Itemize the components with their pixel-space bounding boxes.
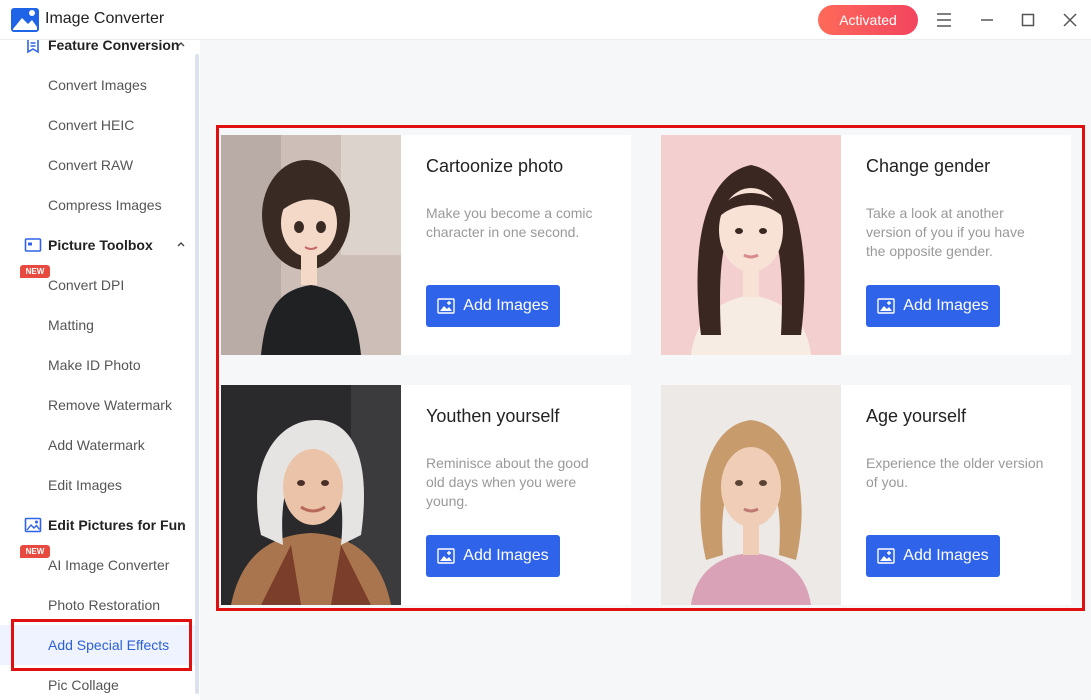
maximize-icon[interactable] bbox=[1016, 8, 1040, 32]
sidebar-item-convert-dpi[interactable]: NEW Convert DPI bbox=[0, 265, 195, 305]
sidebar: Feature Conversion Convert Images Conver… bbox=[0, 40, 200, 700]
sidebar-group-label: Feature Conversion bbox=[48, 40, 180, 53]
picture-edit-icon bbox=[24, 517, 42, 533]
sidebar-item-edit-images[interactable]: Edit Images bbox=[0, 465, 195, 505]
chevron-up-icon bbox=[177, 42, 185, 47]
highlight-box-cards bbox=[216, 125, 1085, 611]
toolbox-icon bbox=[24, 238, 42, 252]
sidebar-item-compress-images[interactable]: Compress Images bbox=[0, 185, 195, 225]
app-logo-icon bbox=[11, 8, 39, 32]
feature-conversion-icon bbox=[27, 40, 39, 54]
sidebar-group-feature-conversion[interactable]: Feature Conversion bbox=[0, 40, 195, 60]
new-badge: NEW bbox=[20, 545, 50, 558]
minimize-icon[interactable] bbox=[975, 8, 999, 32]
sidebar-item-remove-watermark[interactable]: Remove Watermark bbox=[0, 385, 195, 425]
sidebar-item-convert-images[interactable]: Convert Images bbox=[0, 65, 195, 105]
chevron-up-icon bbox=[177, 242, 185, 247]
activated-button[interactable]: Activated bbox=[818, 5, 918, 35]
highlight-box-sidebar-item bbox=[11, 619, 192, 671]
sidebar-group-label: Picture Toolbox bbox=[48, 237, 153, 253]
menu-icon[interactable] bbox=[932, 8, 956, 32]
title-bar: Image Converter Activated bbox=[0, 0, 1091, 40]
app-title: Image Converter bbox=[45, 10, 165, 27]
sidebar-group-picture-toolbox[interactable]: Picture Toolbox bbox=[0, 230, 195, 260]
sidebar-item-convert-raw[interactable]: Convert RAW bbox=[0, 145, 195, 185]
close-icon[interactable] bbox=[1058, 8, 1082, 32]
sidebar-group-label: Edit Pictures for Fun bbox=[48, 517, 186, 533]
sidebar-group-edit-pictures-for-fun[interactable]: Edit Pictures for Fun bbox=[0, 510, 195, 540]
sidebar-item-matting[interactable]: Matting bbox=[0, 305, 195, 345]
sidebar-item-add-watermark[interactable]: Add Watermark bbox=[0, 425, 195, 465]
sidebar-item-make-id-photo[interactable]: Make ID Photo bbox=[0, 345, 195, 385]
new-badge: NEW bbox=[20, 265, 50, 278]
sidebar-item-ai-image-converter[interactable]: NEW AI Image Converter bbox=[0, 545, 195, 585]
chevron-up-icon bbox=[178, 522, 186, 527]
sidebar-scrollbar[interactable] bbox=[195, 54, 199, 694]
sidebar-item-convert-heic[interactable]: Convert HEIC bbox=[0, 105, 195, 145]
